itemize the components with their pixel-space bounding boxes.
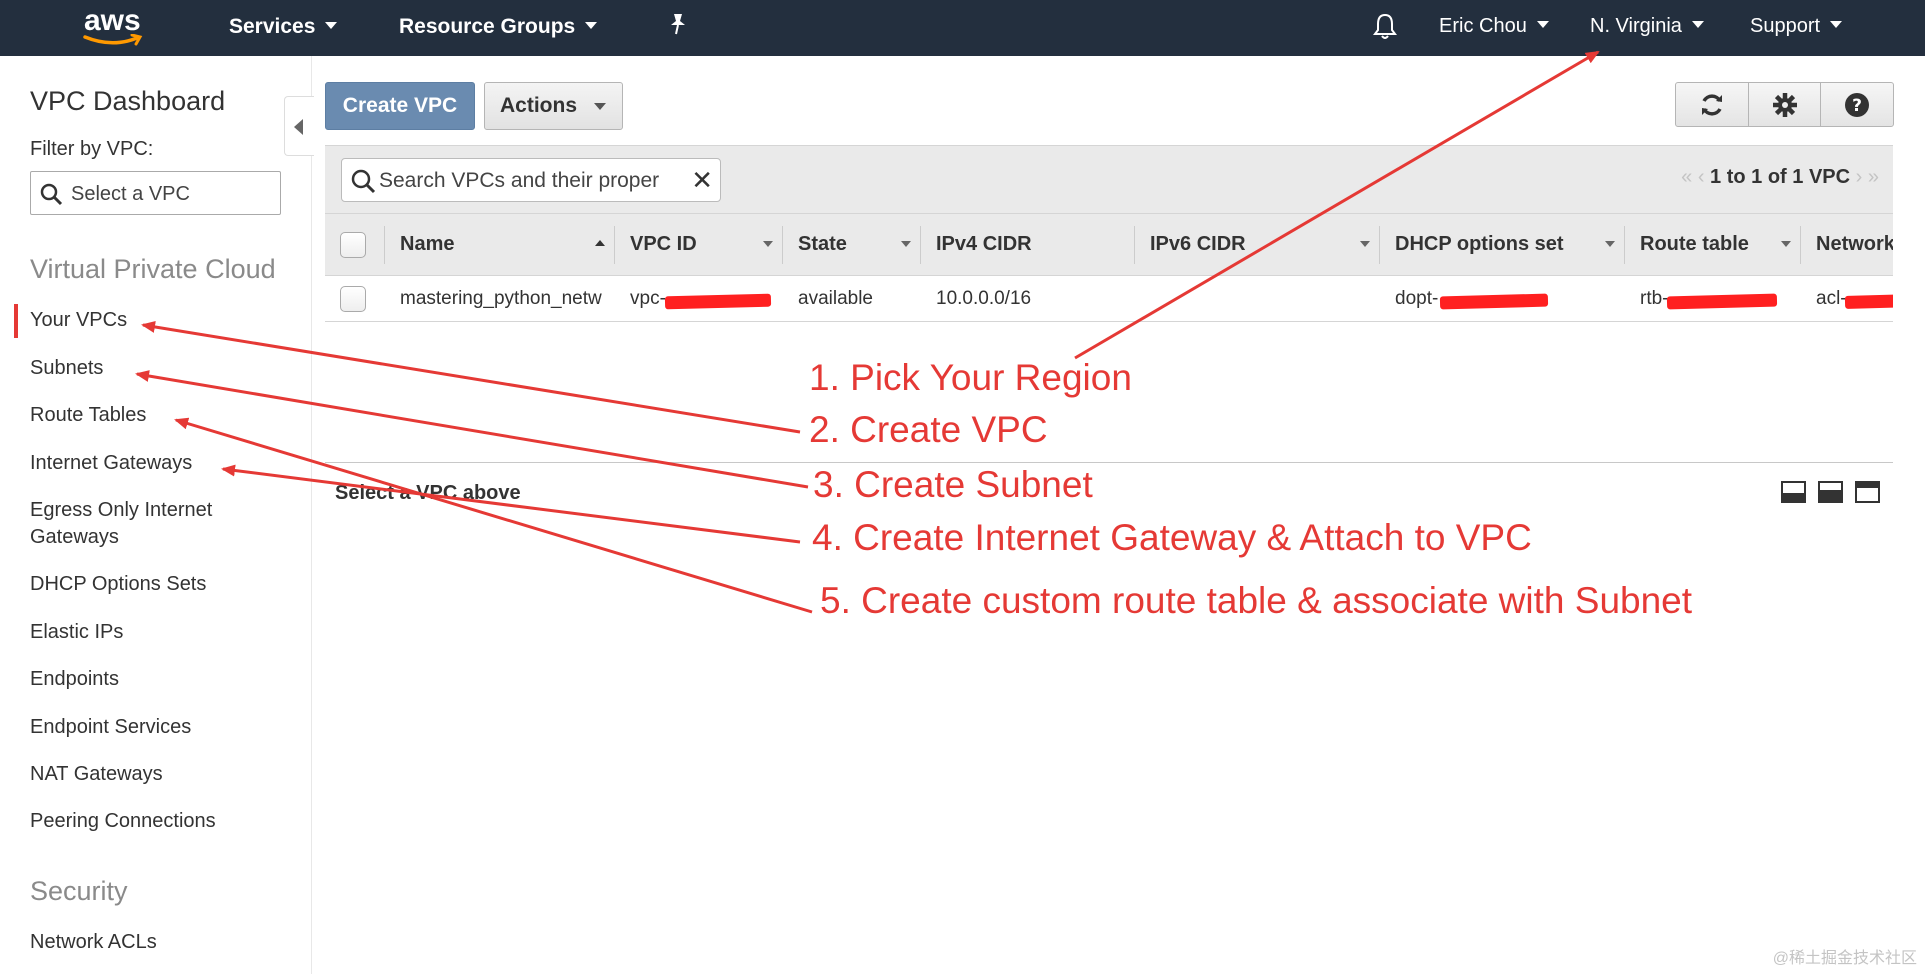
arrow-to-region (1074, 50, 1600, 360)
annotation-step-5: 5. Create custom route table & associate… (820, 580, 1693, 621)
annotation-step-2: 2. Create VPC (809, 409, 1048, 450)
annotation-step-4: 4. Create Internet Gateway & Attach to V… (812, 517, 1532, 558)
arrow-to-internet-gateways (221, 464, 801, 544)
watermark: @稀土掘金技术社区 (1772, 950, 1917, 967)
arrow-to-your-vpcs (141, 321, 801, 434)
annotation-step-3: 3. Create Subnet (813, 464, 1093, 505)
annotation-step-1: 1. Pick Your Region (809, 357, 1132, 398)
arrow-to-route-tables (174, 417, 813, 614)
